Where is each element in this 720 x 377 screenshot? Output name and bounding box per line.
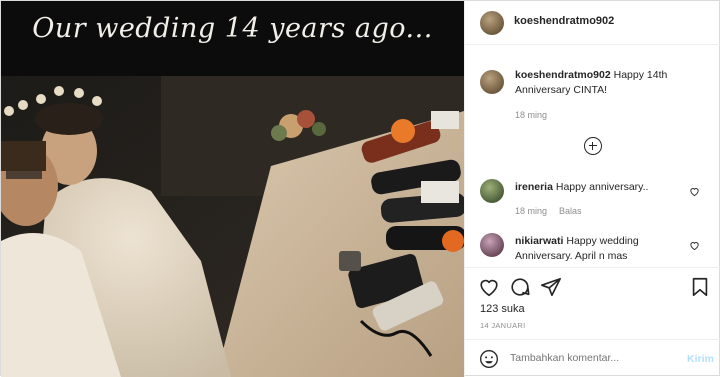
- caption-body: koeshendratmo902 Happy 14th Anniversary …: [515, 68, 700, 98]
- caption-author-avatar[interactable]: [480, 70, 504, 94]
- author-username[interactable]: koeshendratmo902: [514, 15, 614, 27]
- comment-username[interactable]: nikiarwati: [515, 235, 563, 247]
- comment-icon[interactable]: [509, 276, 531, 298]
- bookmark-icon[interactable]: [689, 276, 711, 298]
- post-actions: 123 suka 14 JANUARI: [465, 267, 720, 339]
- like-count[interactable]: 123 suka: [480, 303, 525, 315]
- like-comment-icon[interactable]: [689, 240, 700, 251]
- caption-time[interactable]: 18 ming: [515, 110, 547, 120]
- post-photo[interactable]: Our wedding 14 years ago...: [1, 1, 464, 377]
- comments-list: koeshendratmo902 Happy 14th Anniversary …: [465, 45, 720, 267]
- share-icon[interactable]: [540, 276, 562, 298]
- reply-link[interactable]: Balas: [559, 206, 582, 216]
- caption-meta: 18 ming: [515, 110, 559, 120]
- like-comment-icon[interactable]: [689, 186, 700, 197]
- post-header: koeshendratmo902: [465, 1, 720, 45]
- post-date[interactable]: 14 JANUARI: [480, 321, 526, 330]
- emoji-icon[interactable]: [479, 349, 499, 369]
- heart-icon[interactable]: [478, 276, 500, 298]
- comment-meta: 18 ming Balas: [515, 206, 594, 216]
- comment-time[interactable]: 18 ming: [515, 206, 547, 216]
- commenter-avatar[interactable]: [480, 179, 504, 203]
- instagram-post-view: Our wedding 14 years ago... koeshendratm…: [0, 0, 720, 377]
- load-more-icon[interactable]: [584, 137, 602, 155]
- post-side-panel: koeshendratmo902 koeshendratmo902 Happy …: [464, 1, 720, 377]
- comment-username[interactable]: ireneria: [515, 181, 553, 193]
- add-comment-bar: Kirim: [465, 339, 720, 377]
- post-comment-button[interactable]: Kirim: [687, 353, 714, 365]
- author-avatar[interactable]: [480, 11, 504, 35]
- comment-body: ireneria Happy anniversary..: [515, 180, 687, 195]
- commenter-avatar[interactable]: [480, 233, 504, 257]
- photo-overlay-text: Our wedding 14 years ago...: [32, 13, 433, 44]
- wedding-photo-image: [1, 1, 464, 377]
- caption-username[interactable]: koeshendratmo902: [515, 69, 611, 81]
- comment-text: Happy anniversary..: [552, 181, 649, 193]
- comment-body: nikiarwati Happy wedding Anniversary. Ap…: [515, 234, 687, 264]
- comment-input[interactable]: [510, 352, 670, 364]
